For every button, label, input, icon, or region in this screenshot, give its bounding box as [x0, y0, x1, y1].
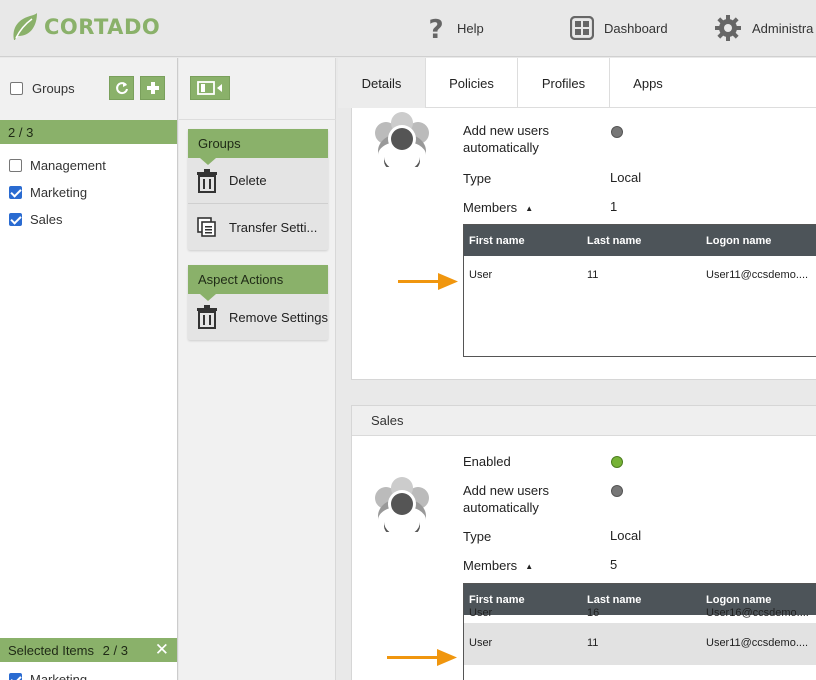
collapse-panel-button[interactable]: [190, 76, 230, 100]
select-all-groups[interactable]: Groups: [10, 81, 75, 96]
group-avatar-icon: [375, 477, 429, 532]
enabled-label: Enabled: [463, 454, 511, 469]
add-new-users-label: Add new users automatically: [463, 123, 549, 155]
checkbox-sales[interactable]: [9, 213, 22, 226]
checkbox-marketing[interactable]: [9, 186, 22, 199]
trash-icon: [197, 168, 217, 193]
refresh-button[interactable]: [109, 76, 134, 100]
transfer-settings-label: Transfer Setti...: [229, 219, 318, 235]
checkbox-management[interactable]: [9, 159, 22, 172]
selected-items-count: 2 / 3: [102, 643, 128, 658]
table-row-selected[interactable]: User 11 User11@ccsdemo....: [464, 623, 816, 665]
help-link[interactable]: ? Help: [425, 13, 484, 43]
table-row[interactable]: User 16 User16@ccsdemo....: [464, 603, 816, 623]
group-label: Sales: [30, 212, 63, 227]
type-label: Type: [463, 171, 492, 186]
add-new-users-label: Add new users automatically: [463, 483, 549, 515]
top-bar: CORTADO ? Help Dashboard Administra: [0, 0, 816, 57]
members-sort-header[interactable]: Members ▲: [463, 199, 533, 217]
tab-policies[interactable]: Policies: [426, 58, 518, 108]
app-logo[interactable]: CORTADO: [10, 12, 160, 42]
group-item-marketing[interactable]: Marketing: [0, 179, 177, 206]
plus-icon: [146, 82, 159, 94]
annotation-arrow-icon: [398, 273, 458, 290]
groups-panel-header: Groups: [0, 58, 177, 120]
group-item-management[interactable]: Management: [0, 152, 177, 179]
remove-settings-label: Remove Settings: [229, 309, 328, 325]
group-card-sales: Sales Enabled Add new users automaticall…: [351, 405, 816, 680]
group-item-sales[interactable]: Sales: [0, 206, 177, 233]
members-count: 5: [610, 557, 618, 572]
members-table: First name Last name Logon name User 11 …: [463, 224, 816, 357]
annotation-arrow-icon: [387, 649, 457, 666]
transfer-settings-action[interactable]: Transfer Setti...: [188, 204, 328, 250]
divider: [179, 119, 336, 120]
type-label: Type: [463, 529, 492, 544]
selected-items-label: Selected Items: [8, 643, 94, 658]
groups-actions-title: Groups: [188, 129, 328, 165]
actions-panel: Groups Delete Transfer Setti... Aspect A…: [179, 58, 336, 680]
selected-item-marketing[interactable]: Marketing: [9, 672, 87, 680]
copy-icon: [197, 217, 216, 237]
column-first-name[interactable]: First name: [469, 235, 525, 247]
add-new-users-status-dot[interactable]: [611, 485, 623, 497]
help-label: Help: [457, 20, 484, 36]
groups-actions: Groups Delete Transfer Setti...: [188, 129, 328, 250]
tab-profiles[interactable]: Profiles: [518, 58, 610, 108]
tab-details[interactable]: Details: [338, 58, 426, 108]
members-table: First name Last name Logon name User 16 …: [463, 583, 816, 680]
type-value: Local: [610, 528, 642, 543]
question-icon: ?: [428, 15, 443, 42]
enabled-status-dot[interactable]: [611, 456, 623, 468]
sort-up-icon: ▲: [525, 204, 534, 214]
selected-item-checkbox[interactable]: [9, 673, 22, 680]
detail-tabs: Details Policies Profiles Apps: [338, 58, 816, 108]
table-row[interactable]: User 11 User11@ccsdemo....: [464, 256, 816, 294]
card-title: Sales: [352, 406, 816, 436]
aspect-actions-title: Aspect Actions: [188, 265, 328, 301]
members-count: 1: [610, 199, 618, 214]
trash-icon: [197, 305, 217, 329]
leaf-logo-icon: [13, 13, 37, 40]
group-label: Marketing: [30, 185, 88, 200]
groups-heading: Groups: [32, 81, 75, 96]
aspect-actions: Aspect Actions Remove Settings: [188, 265, 328, 340]
clear-selection-icon[interactable]: ✕: [155, 640, 169, 660]
dashboard-link[interactable]: Dashboard: [570, 13, 668, 43]
group-label: Management: [30, 158, 106, 173]
group-avatar-icon: [375, 112, 429, 167]
administration-link[interactable]: Administra: [714, 13, 813, 43]
column-logon-name[interactable]: Logon name: [706, 235, 771, 247]
refresh-icon: [115, 82, 128, 95]
dashboard-grid-icon: [570, 16, 594, 40]
details-content[interactable]: Add new users automatically Type Local M…: [338, 108, 816, 680]
administration-label: Administra: [752, 20, 814, 36]
delete-label: Delete: [229, 173, 267, 188]
tab-apps[interactable]: Apps: [610, 58, 686, 108]
panel-collapse-icon: [197, 81, 222, 95]
add-new-users-status-dot[interactable]: [611, 126, 623, 138]
table-header: First name Last name Logon name: [464, 225, 816, 256]
selected-items-bar: Selected Items 2 / 3 ✕: [0, 638, 177, 662]
add-group-button[interactable]: [140, 76, 165, 100]
members-sort-header[interactable]: Members ▲: [463, 557, 533, 575]
group-list: Management Marketing Sales: [0, 152, 177, 233]
type-value: Local: [610, 170, 642, 185]
dashboard-label: Dashboard: [604, 20, 668, 36]
column-last-name[interactable]: Last name: [587, 235, 641, 247]
brand-name: CORTADO: [44, 15, 161, 39]
groups-count-bar: 2 / 3: [0, 120, 177, 144]
sort-up-icon: ▲: [525, 562, 534, 572]
selected-item-label: Marketing: [30, 672, 88, 680]
group-card: Add new users automatically Type Local M…: [351, 108, 816, 380]
groups-panel: Groups 2 / 3 Management Marketing Sales: [0, 58, 178, 680]
select-all-checkbox[interactable]: [10, 82, 23, 95]
svg-text:?: ?: [428, 15, 443, 42]
gear-icon: [715, 15, 741, 41]
